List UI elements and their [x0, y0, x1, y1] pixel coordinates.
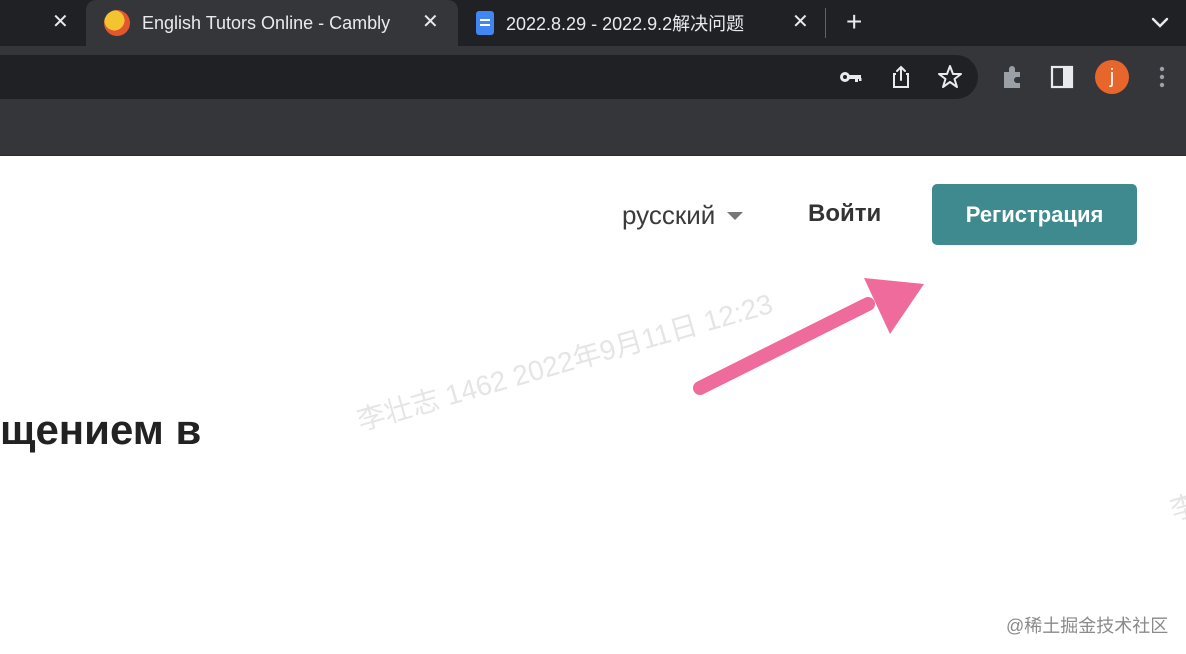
- login-link[interactable]: Войти: [808, 200, 881, 228]
- tab-title: 2022.8.29 - 2022.9.2解决问题: [506, 14, 745, 34]
- side-panel-icon[interactable]: [1048, 63, 1076, 91]
- tab-title: English Tutors Online - Cambly: [142, 12, 391, 33]
- chevron-down-icon[interactable]: [1148, 10, 1172, 34]
- key-icon[interactable]: [836, 63, 864, 91]
- google-docs-icon: [476, 11, 494, 35]
- hero-headline: щением в: [0, 406, 202, 453]
- bookmarks-bar: [0, 108, 1186, 156]
- arrow-head: [864, 278, 924, 334]
- close-icon[interactable]: ✕: [422, 12, 439, 32]
- tab-cambly[interactable]: English Tutors Online - Cambly ✕: [86, 0, 458, 46]
- signup-button[interactable]: Регистрация: [932, 184, 1137, 245]
- language-selector[interactable]: русский: [622, 200, 744, 231]
- caret-down-icon: [727, 211, 744, 220]
- web-page: русский Войти Регистрация щением в 李壮志 1…: [0, 156, 1186, 654]
- more-menu-icon[interactable]: [1148, 63, 1176, 91]
- tab-previous[interactable]: ✕: [0, 0, 86, 46]
- profile-avatar[interactable]: j: [1095, 60, 1129, 94]
- address-bar[interactable]: [0, 55, 978, 99]
- source-credit: @稀土掘金技术社区: [1006, 616, 1169, 636]
- watermark-text-edge: 李: [1166, 488, 1186, 527]
- close-icon[interactable]: ✕: [52, 12, 69, 32]
- watermark-text: 李壮志 1462 2022年9月11日 12:23: [353, 288, 777, 437]
- star-icon[interactable]: [936, 63, 964, 91]
- share-icon[interactable]: [887, 63, 915, 91]
- cambly-logo-icon: [104, 10, 130, 36]
- tab-divider: [825, 8, 826, 38]
- browser-toolbar: j: [0, 46, 1186, 108]
- browser-tab-strip: ✕ English Tutors Online - Cambly ✕ 2022.…: [0, 0, 1186, 46]
- language-label: русский: [622, 200, 716, 230]
- close-icon[interactable]: ✕: [792, 12, 809, 32]
- extensions-puzzle-icon[interactable]: [998, 63, 1026, 91]
- tab-google-doc[interactable]: 2022.8.29 - 2022.9.2解决问题 ✕: [458, 0, 828, 46]
- new-tab-plus-icon[interactable]: +: [846, 8, 862, 36]
